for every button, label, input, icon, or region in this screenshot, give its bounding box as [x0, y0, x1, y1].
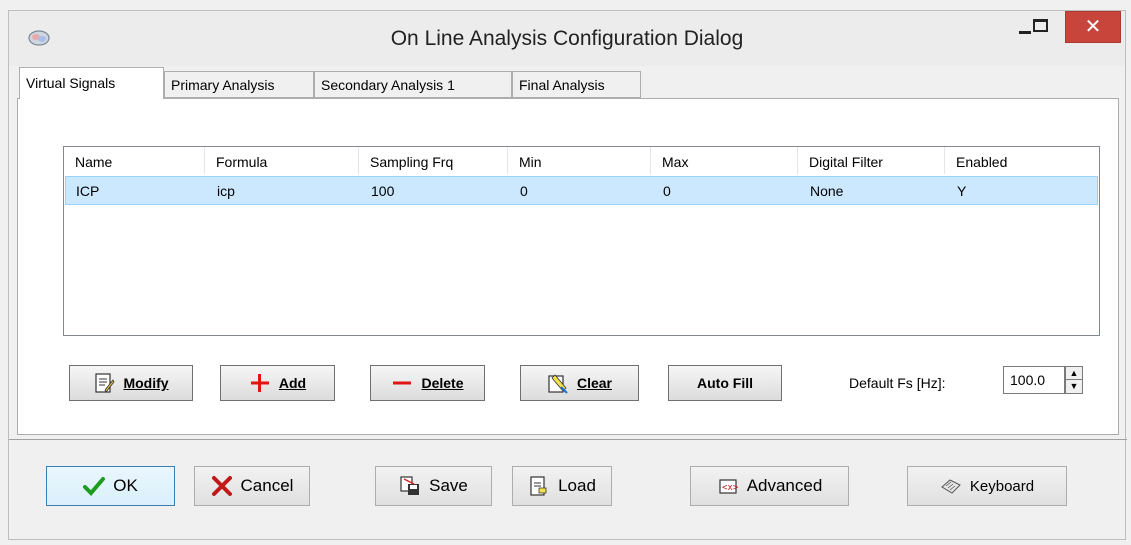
load-label: Load: [558, 476, 596, 495]
add-button[interactable]: Add: [220, 365, 335, 401]
column-header-name[interactable]: Name: [64, 147, 205, 174]
column-header-min[interactable]: Min: [508, 147, 651, 174]
column-header-digital-filter[interactable]: Digital Filter: [798, 147, 945, 174]
virtual-signals-table[interactable]: Name Formula Sampling Frq Min Max Digita…: [63, 146, 1100, 336]
clear-label: Clear: [576, 375, 613, 391]
column-header-max[interactable]: Max: [651, 147, 798, 174]
auto-fill-button[interactable]: Auto Fill: [668, 365, 782, 401]
default-fs-spinner[interactable]: ▲ ▼: [1065, 366, 1083, 394]
column-header-enabled[interactable]: Enabled: [945, 147, 1099, 174]
cancel-label: Cancel: [240, 476, 294, 495]
save-label: Save: [429, 476, 468, 495]
table-header: Name Formula Sampling Frq Min Max Digita…: [64, 147, 1099, 175]
spin-up-icon[interactable]: ▲: [1066, 367, 1082, 380]
default-fs-label: Default Fs [Hz]:: [849, 375, 946, 391]
advanced-button[interactable]: <x> Advanced: [690, 466, 849, 506]
save-button[interactable]: Save: [375, 466, 492, 506]
cell-min: 0: [520, 183, 528, 199]
window-title: On Line Analysis Configuration Dialog: [390, 27, 744, 50]
x-icon: [211, 475, 233, 497]
keyboard-label: Keyboard: [969, 477, 1035, 495]
maximize-icon: [1033, 19, 1048, 32]
cell-enabled: Y: [957, 183, 967, 199]
tab-label: Primary Analysis: [171, 77, 275, 93]
clear-button[interactable]: Clear: [520, 365, 639, 401]
tab-label: Secondary Analysis 1: [321, 77, 455, 93]
default-fs-input[interactable]: 100.0: [1003, 366, 1065, 394]
auto-fill-label: Auto Fill: [697, 375, 753, 391]
delete-button[interactable]: Delete: [370, 365, 485, 401]
cell-max: 0: [663, 183, 671, 199]
load-button[interactable]: Load: [512, 466, 612, 506]
spin-down-icon[interactable]: ▼: [1066, 380, 1082, 393]
tab-label: Virtual Signals: [26, 75, 116, 91]
tab-virtual-signals[interactable]: Virtual Signals: [19, 67, 164, 99]
modify-button[interactable]: Modify: [69, 365, 193, 401]
separator: [9, 439, 1127, 440]
advanced-label: Advanced: [746, 476, 823, 495]
dialog-client: Virtual Signals Primary Analysis Seconda…: [8, 66, 1127, 540]
cell-formula: icp: [217, 183, 235, 199]
title-bar: On Line Analysis Configuration Dialog ✕: [8, 10, 1126, 66]
maximize-button[interactable]: [1029, 11, 1069, 41]
cell-sampling-frq: 100: [371, 183, 395, 199]
tab-label: Final Analysis: [519, 77, 605, 93]
cell-name: ICP: [76, 183, 100, 199]
load-icon: [528, 475, 550, 497]
delete-label: Delete: [421, 375, 464, 391]
ok-label: OK: [113, 476, 138, 495]
close-icon: ✕: [1084, 16, 1102, 38]
close-button[interactable]: ✕: [1065, 11, 1121, 43]
tab-final-analysis[interactable]: Final Analysis: [512, 71, 641, 98]
tab-primary-analysis[interactable]: Primary Analysis: [164, 71, 314, 98]
column-header-sampling-frq[interactable]: Sampling Frq: [359, 147, 508, 174]
add-label: Add: [278, 375, 307, 391]
advanced-icon: <x>: [717, 475, 739, 497]
top-strip: [0, 0, 1131, 10]
ok-button[interactable]: OK: [46, 466, 175, 506]
modify-label: Modify: [123, 375, 169, 391]
plus-icon: [249, 372, 271, 394]
keyboard-icon: [940, 475, 962, 497]
keyboard-button[interactable]: Keyboard: [907, 466, 1067, 506]
cancel-button[interactable]: Cancel: [194, 466, 310, 506]
svg-text:<x>: <x>: [722, 483, 739, 493]
tab-secondary-analysis-1[interactable]: Secondary Analysis 1: [314, 71, 512, 98]
column-header-formula[interactable]: Formula: [205, 147, 359, 174]
checkmark-icon: [83, 475, 106, 497]
clear-icon: [547, 372, 569, 394]
table-row[interactable]: ICP icp 100 0 0 None Y: [65, 176, 1098, 205]
modify-icon: [93, 372, 115, 394]
save-icon: [399, 475, 421, 497]
cell-digital-filter: None: [810, 183, 844, 199]
minus-icon: [391, 372, 413, 394]
